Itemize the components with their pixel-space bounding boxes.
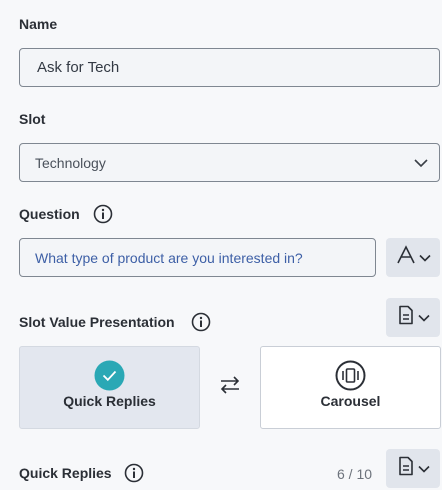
font-icon [396, 245, 416, 270]
check-circle-icon [94, 360, 125, 394]
quick-replies-options-button[interactable] [386, 449, 440, 488]
chevron-down-icon [417, 460, 430, 478]
swap-icon [219, 375, 241, 400]
text-format-button[interactable] [386, 238, 440, 277]
chevron-down-icon [418, 249, 431, 267]
question-input[interactable]: What type of product are you interested … [19, 238, 376, 277]
quick-replies-option[interactable]: Quick Replies [19, 346, 200, 429]
carousel-icon [335, 360, 366, 394]
info-icon[interactable] [93, 204, 113, 224]
name-input[interactable]: Ask for Tech [19, 48, 440, 87]
quick-replies-option-label: Quick Replies [63, 393, 156, 409]
chevron-down-icon [413, 155, 429, 171]
quick-replies-label: Quick Replies [19, 465, 112, 481]
document-icon [397, 456, 415, 481]
name-label: Name [19, 16, 58, 32]
slot-value-presentation-label: Slot Value Presentation [19, 314, 175, 330]
slot-label: Slot [19, 111, 46, 127]
quick-replies-counter: 6 / 10 [337, 466, 373, 482]
info-icon[interactable] [191, 312, 211, 332]
presentation-options-button[interactable] [386, 298, 440, 337]
slot-select-value: Technology [35, 154, 106, 171]
question-label: Question [19, 206, 80, 222]
slot-select[interactable]: Technology [19, 143, 440, 182]
document-icon [397, 305, 415, 330]
chevron-down-icon [417, 309, 430, 327]
carousel-option-label: Carousel [320, 393, 381, 409]
carousel-option[interactable]: Carousel [260, 346, 441, 429]
info-icon[interactable] [124, 463, 144, 483]
